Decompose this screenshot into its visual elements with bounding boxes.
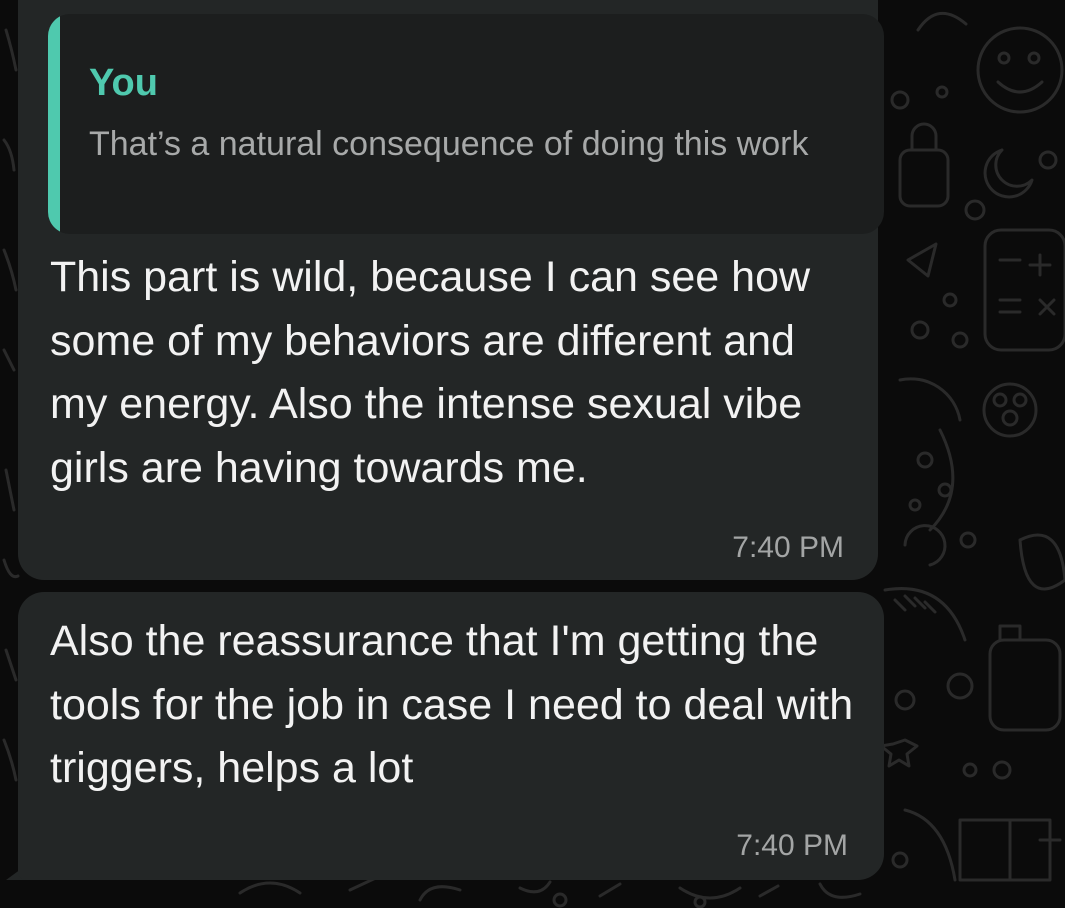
quoted-author: You [89,62,158,104]
message-bubble-incoming[interactable]: You That’s a natural consequence of doin… [18,0,884,580]
quoted-reply[interactable]: You That’s a natural consequence of doin… [48,14,884,234]
quote-accent-bar [48,14,60,234]
message-text: Also the reassurance that I'm getting th… [50,617,854,792]
message-timestamp: 7:40 PM [736,829,848,862]
message-text: This part is wild, because I can see how… [50,253,811,492]
quoted-text: That’s a natural consequence of doing th… [89,125,809,163]
message-bubble-incoming[interactable]: Also the reassurance that I'm getting th… [18,592,884,880]
message-timestamp: 7:40 PM [732,531,844,564]
